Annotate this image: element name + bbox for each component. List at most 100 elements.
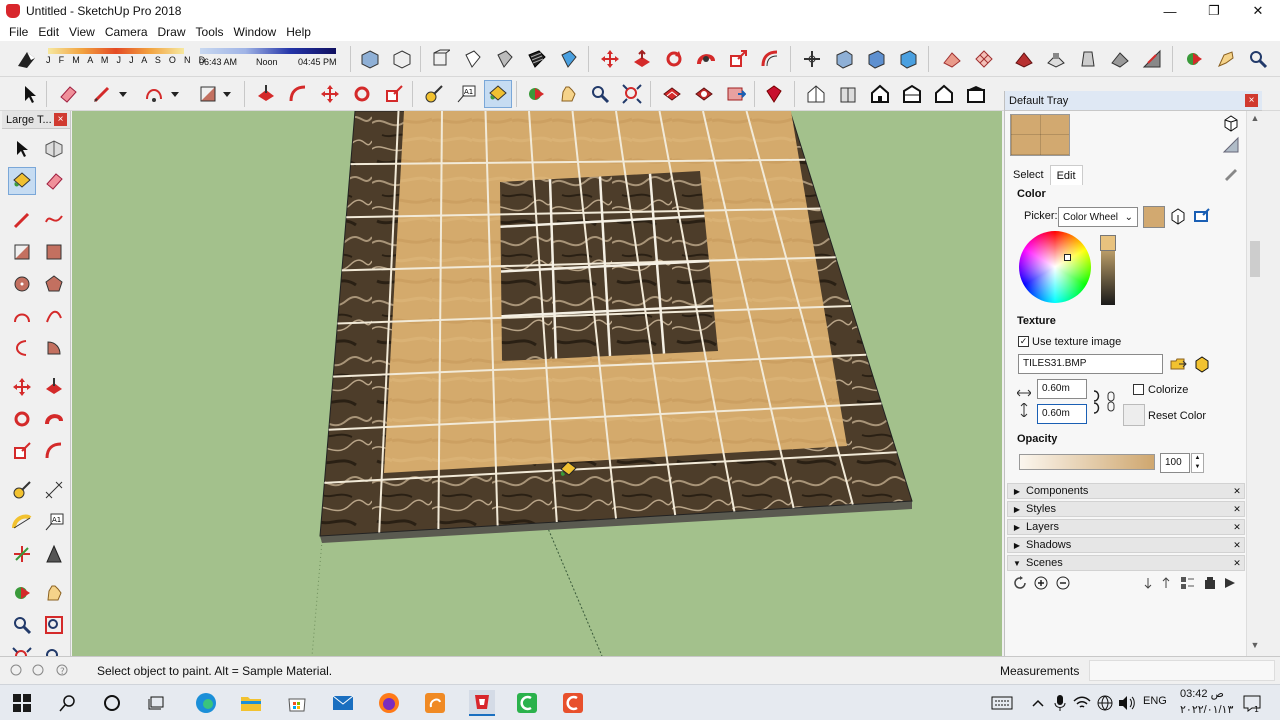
back-view-icon[interactable]	[896, 47, 920, 71]
scale-tool-icon[interactable]	[382, 82, 406, 106]
cortana-icon[interactable]	[100, 691, 124, 715]
panel-scenes[interactable]: ▼ Scenes ✕	[1007, 555, 1245, 571]
zoom-window-icon[interactable]	[42, 613, 66, 637]
offset-icon[interactable]	[42, 439, 66, 463]
panel-close-icon[interactable]: ✕	[1230, 486, 1244, 497]
polygon-icon[interactable]	[42, 272, 66, 296]
shadow-settings-widget[interactable]: J F M A M J J A S O N D 06:43 AM Noon 04…	[44, 45, 344, 73]
mail-icon[interactable]	[331, 691, 355, 715]
zoom-icon[interactable]	[1246, 47, 1270, 71]
line-icon[interactable]	[10, 208, 34, 232]
left-house-icon[interactable]	[964, 82, 988, 106]
credits-icon[interactable]	[28, 660, 48, 680]
panel-close-icon[interactable]: ✕	[1230, 522, 1244, 533]
color-wheel-marker[interactable]	[1064, 254, 1071, 261]
app-orange-icon[interactable]	[423, 691, 447, 715]
add-scene-icon[interactable]	[1032, 574, 1050, 592]
text-tool-icon[interactable]: A1	[454, 82, 478, 106]
follow-me-icon[interactable]	[694, 47, 718, 71]
panel-close-icon[interactable]: ✕	[1230, 558, 1244, 569]
material-preview-swatch[interactable]	[1010, 114, 1070, 156]
share-component-icon[interactable]	[724, 82, 748, 106]
reset-color-label[interactable]: Reset Color	[1148, 410, 1206, 422]
clock-date[interactable]: ٢٠٢٢/٠١/١٣	[1180, 703, 1233, 716]
rectangle-icon[interactable]	[196, 82, 220, 106]
select-icon[interactable]	[18, 82, 42, 106]
rotate-icon[interactable]	[10, 407, 34, 431]
network-wifi-icon[interactable]	[1070, 691, 1094, 715]
menu-camera[interactable]: Camera	[100, 25, 153, 39]
two-point-arc-icon[interactable]	[42, 304, 66, 328]
panel-close-icon[interactable]: ✕	[1230, 540, 1244, 551]
wireframe-style-icon[interactable]	[460, 47, 484, 71]
picker-select[interactable]: Color Wheel ⌄	[1058, 207, 1138, 227]
minimize-button[interactable]: —	[1148, 0, 1192, 22]
remove-scene-icon[interactable]	[1054, 574, 1072, 592]
task-view-icon[interactable]	[146, 691, 170, 715]
pan-icon[interactable]	[42, 581, 66, 605]
file-explorer-icon[interactable]	[239, 691, 263, 715]
paint-bucket-icon[interactable]	[484, 80, 512, 108]
date-slider[interactable]	[48, 48, 184, 54]
panel-components[interactable]: ▶ Components ✕	[1007, 483, 1245, 499]
dimension-icon[interactable]	[42, 478, 66, 502]
protractor-icon[interactable]	[10, 510, 34, 534]
menu-tools[interactable]: Tools	[191, 25, 229, 39]
time-slider[interactable]	[200, 48, 336, 54]
opacity-value-field[interactable]: 100	[1160, 453, 1190, 473]
geo-location-icon[interactable]	[6, 660, 26, 680]
globe-icon[interactable]	[1093, 691, 1117, 715]
colorize-checkbox[interactable]	[1133, 384, 1144, 395]
rectangle-icon[interactable]	[10, 240, 34, 264]
offset-tool-icon[interactable]	[286, 82, 310, 106]
follow-me-icon[interactable]	[42, 407, 66, 431]
sandbox-from-scratch-icon[interactable]	[972, 47, 996, 71]
rotate-tool-icon[interactable]	[350, 82, 374, 106]
share-model-icon[interactable]	[692, 82, 716, 106]
freehand-icon[interactable]	[42, 208, 66, 232]
orbit-icon[interactable]	[524, 82, 548, 106]
text-tool-icon[interactable]: A1	[42, 510, 66, 534]
windows-start-icon[interactable]	[10, 691, 34, 715]
panel-close-icon[interactable]: ✕	[1230, 504, 1244, 515]
firefox-icon[interactable]	[377, 691, 401, 715]
monochrome-style-icon[interactable]	[556, 47, 580, 71]
push-pull-tool-icon[interactable]	[254, 82, 278, 106]
opacity-spinner-icon[interactable]: ▲ ▼	[1191, 453, 1204, 473]
look-around-icon[interactable]	[1214, 47, 1238, 71]
eraser-icon[interactable]	[42, 169, 66, 193]
scale-icon[interactable]	[726, 47, 750, 71]
match-model-color-icon[interactable]	[1167, 205, 1189, 227]
zoom-tool-icon[interactable]	[588, 82, 612, 106]
instructor-icon[interactable]: ?	[52, 660, 72, 680]
texture-file-field[interactable]: TILES31.BMP	[1018, 354, 1163, 374]
front-view-icon[interactable]	[832, 47, 856, 71]
move-scene-up-icon[interactable]	[1157, 574, 1175, 592]
panel-layers[interactable]: ▶ Layers ✕	[1007, 519, 1245, 535]
rotate-icon[interactable]	[662, 47, 686, 71]
panel-styles[interactable]: ▶ Styles ✕	[1007, 501, 1245, 517]
texture-width-field[interactable]: 0.60m	[1037, 379, 1087, 399]
arc-icon[interactable]	[10, 304, 34, 328]
drape-icon[interactable]	[1076, 47, 1100, 71]
zoom-extents-icon[interactable]	[620, 82, 644, 106]
tray-close-icon[interactable]: ×	[1245, 94, 1258, 107]
shadows-toggle-icon[interactable]	[14, 47, 38, 71]
axes-icon[interactable]	[10, 542, 34, 566]
offset-icon[interactable]	[758, 47, 782, 71]
use-texture-checkbox[interactable]: ✓	[1018, 336, 1029, 347]
move-icon[interactable]	[598, 47, 622, 71]
smoove-icon[interactable]	[1012, 47, 1036, 71]
pie-icon[interactable]	[42, 336, 66, 360]
view-options-icon[interactable]	[1179, 574, 1199, 592]
shaded-style-icon[interactable]	[492, 47, 516, 71]
three-point-arc-icon[interactable]	[10, 336, 34, 360]
iso-house-icon[interactable]	[804, 82, 828, 106]
tape-measure-icon[interactable]	[10, 478, 34, 502]
zoom-icon[interactable]	[10, 613, 34, 637]
scroll-up-icon[interactable]: ▲	[1247, 113, 1263, 127]
circle-icon[interactable]	[10, 272, 34, 296]
reset-color-swatch[interactable]	[1123, 404, 1145, 426]
show-details-icon[interactable]	[1221, 574, 1239, 592]
show-hidden-icons-chevron-up-icon[interactable]	[1026, 691, 1050, 715]
